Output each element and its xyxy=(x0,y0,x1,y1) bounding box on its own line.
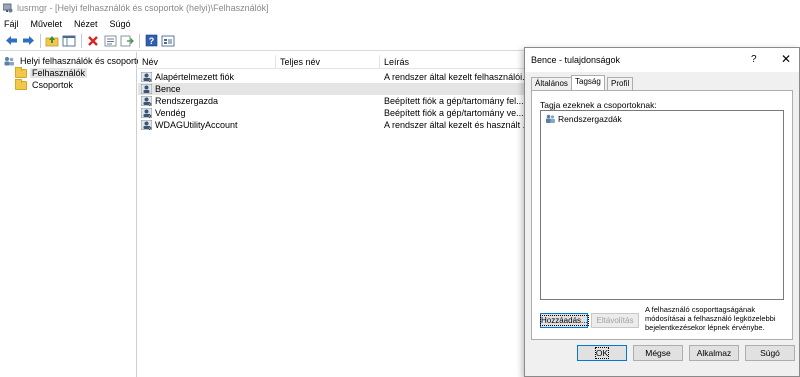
tree-root-label: Helyi felhasználók és csoportok xyxy=(20,56,147,66)
membership-tab-page: Tagja ezeknek a csoportoknak: Rendszerga… xyxy=(531,90,793,340)
user-icon xyxy=(140,107,153,119)
group-name: Rendszergazdák xyxy=(558,114,622,124)
folder-icon xyxy=(15,78,27,90)
remove-button[interactable]: Eltávolítás xyxy=(591,313,639,328)
dialog-title: Bence - tulajdonságok xyxy=(531,55,621,65)
delete-icon[interactable] xyxy=(85,33,101,49)
properties-icon[interactable] xyxy=(102,33,118,49)
user-icon xyxy=(140,71,153,83)
menu-view[interactable]: Nézet xyxy=(74,19,98,29)
tree-item-label: Felhasználók xyxy=(30,68,88,78)
column-header-description[interactable]: Leírás xyxy=(380,55,525,69)
up-folder-icon[interactable] xyxy=(44,33,60,49)
membership-note: A felhasználó csoporttagságának módosítá… xyxy=(645,305,776,332)
svg-text:?: ? xyxy=(148,36,154,46)
column-header-full-name[interactable]: Teljes név xyxy=(276,55,380,69)
row-name: Vendég xyxy=(155,108,186,118)
window-title: lusrmgr - [Helyi felhasználók és csoport… xyxy=(17,3,269,13)
add-button-label: Hozzáadás... xyxy=(540,315,589,326)
column-header-name[interactable]: Név xyxy=(138,55,276,69)
row-description: A rendszer által kezelt felhasználói... xyxy=(384,72,524,82)
folder-icon xyxy=(15,66,27,78)
menu-bar: Fájl Művelet Nézet Súgó xyxy=(0,16,800,31)
ok-button[interactable]: OK xyxy=(577,345,627,361)
list-item[interactable]: Rendszergazdák xyxy=(545,114,622,124)
dialog-help-icon[interactable]: ? xyxy=(751,54,757,65)
row-name: Bence xyxy=(155,84,181,94)
list-header: Név Teljes név Leírás xyxy=(138,55,525,69)
toolbar-separator xyxy=(139,33,140,48)
tree-root[interactable]: Helyi felhasználók és csoportok xyxy=(3,55,148,67)
user-icon xyxy=(140,95,153,107)
tree-item-groups[interactable]: Csoportok xyxy=(15,78,75,91)
add-button[interactable]: Hozzáadás... xyxy=(540,313,589,328)
cancel-button-label: Mégse xyxy=(645,348,671,358)
list-row[interactable]: Bence xyxy=(138,83,525,95)
toolbar-separator xyxy=(40,33,41,48)
properties-dialog: Bence - tulajdonságok ? ✕ Általános Tags… xyxy=(524,47,800,377)
list-row[interactable]: WDAGUtilityAccount A rendszer által keze… xyxy=(138,119,525,131)
dialog-close-icon[interactable]: ✕ xyxy=(781,52,791,66)
row-description: A rendszer által kezelt és használt ... xyxy=(384,120,524,130)
list-row[interactable]: Alapértelmezett fiók A rendszer által ke… xyxy=(138,71,525,83)
cancel-button[interactable]: Mégse xyxy=(633,345,683,361)
help-icon[interactable]: ? xyxy=(143,33,159,49)
menu-file[interactable]: Fájl xyxy=(4,19,19,29)
toolbar-separator xyxy=(81,33,82,48)
menu-action[interactable]: Művelet xyxy=(31,19,63,29)
row-name: Alapértelmezett fiók xyxy=(155,72,235,82)
remove-button-label: Eltávolítás xyxy=(596,316,634,325)
computer-management-icon xyxy=(2,3,13,13)
help-button[interactable]: Súgó xyxy=(745,345,795,361)
users-list: Név Teljes név Leírás Alapértelmezett fi… xyxy=(138,52,525,377)
user-icon xyxy=(140,119,153,131)
row-name: Rendszergazda xyxy=(155,96,219,106)
groups-listbox[interactable]: Rendszergazdák xyxy=(540,110,784,300)
row-description: Beépített fiók a gép/tartomány fel... xyxy=(384,96,524,106)
dialog-titlebar[interactable]: Bence - tulajdonságok ? ✕ xyxy=(525,48,799,72)
tab-membership[interactable]: Tagság xyxy=(571,75,605,90)
list-row[interactable]: Vendég Beépített fiók a gép/tartomány ve… xyxy=(138,107,525,119)
console-tree: Helyi felhasználók és csoportok Felhaszn… xyxy=(0,52,146,377)
local-users-groups-icon xyxy=(3,56,15,67)
tree-item-users[interactable]: Felhasználók xyxy=(15,66,88,79)
row-description: Beépített fiók a gép/tartomány ve... xyxy=(384,108,524,118)
forward-arrow-icon[interactable] xyxy=(20,33,36,49)
back-arrow-icon[interactable] xyxy=(3,33,19,49)
apply-button[interactable]: Alkalmaz xyxy=(689,345,739,361)
tree-item-label: Csoportok xyxy=(32,80,74,90)
view-icon[interactable] xyxy=(160,33,176,49)
row-name: WDAGUtilityAccount xyxy=(155,120,238,130)
show-hide-tree-icon[interactable] xyxy=(61,33,77,49)
menu-help[interactable]: Súgó xyxy=(110,19,131,29)
user-icon xyxy=(140,83,153,95)
group-icon xyxy=(545,114,556,124)
list-row[interactable]: Rendszergazda Beépített fiók a gép/tarto… xyxy=(138,95,525,107)
apply-button-label: Alkalmaz xyxy=(696,348,732,358)
member-of-label: Tagja ezeknek a csoportoknak: xyxy=(540,100,657,110)
ok-button-label: OK xyxy=(594,347,610,359)
help-button-label: Súgó xyxy=(760,348,780,358)
tab-profile[interactable]: Profil xyxy=(607,77,634,90)
export-list-icon[interactable] xyxy=(119,33,135,49)
window-titlebar: lusrmgr - [Helyi felhasználók és csoport… xyxy=(0,0,800,16)
tab-general[interactable]: Általános xyxy=(531,77,572,90)
